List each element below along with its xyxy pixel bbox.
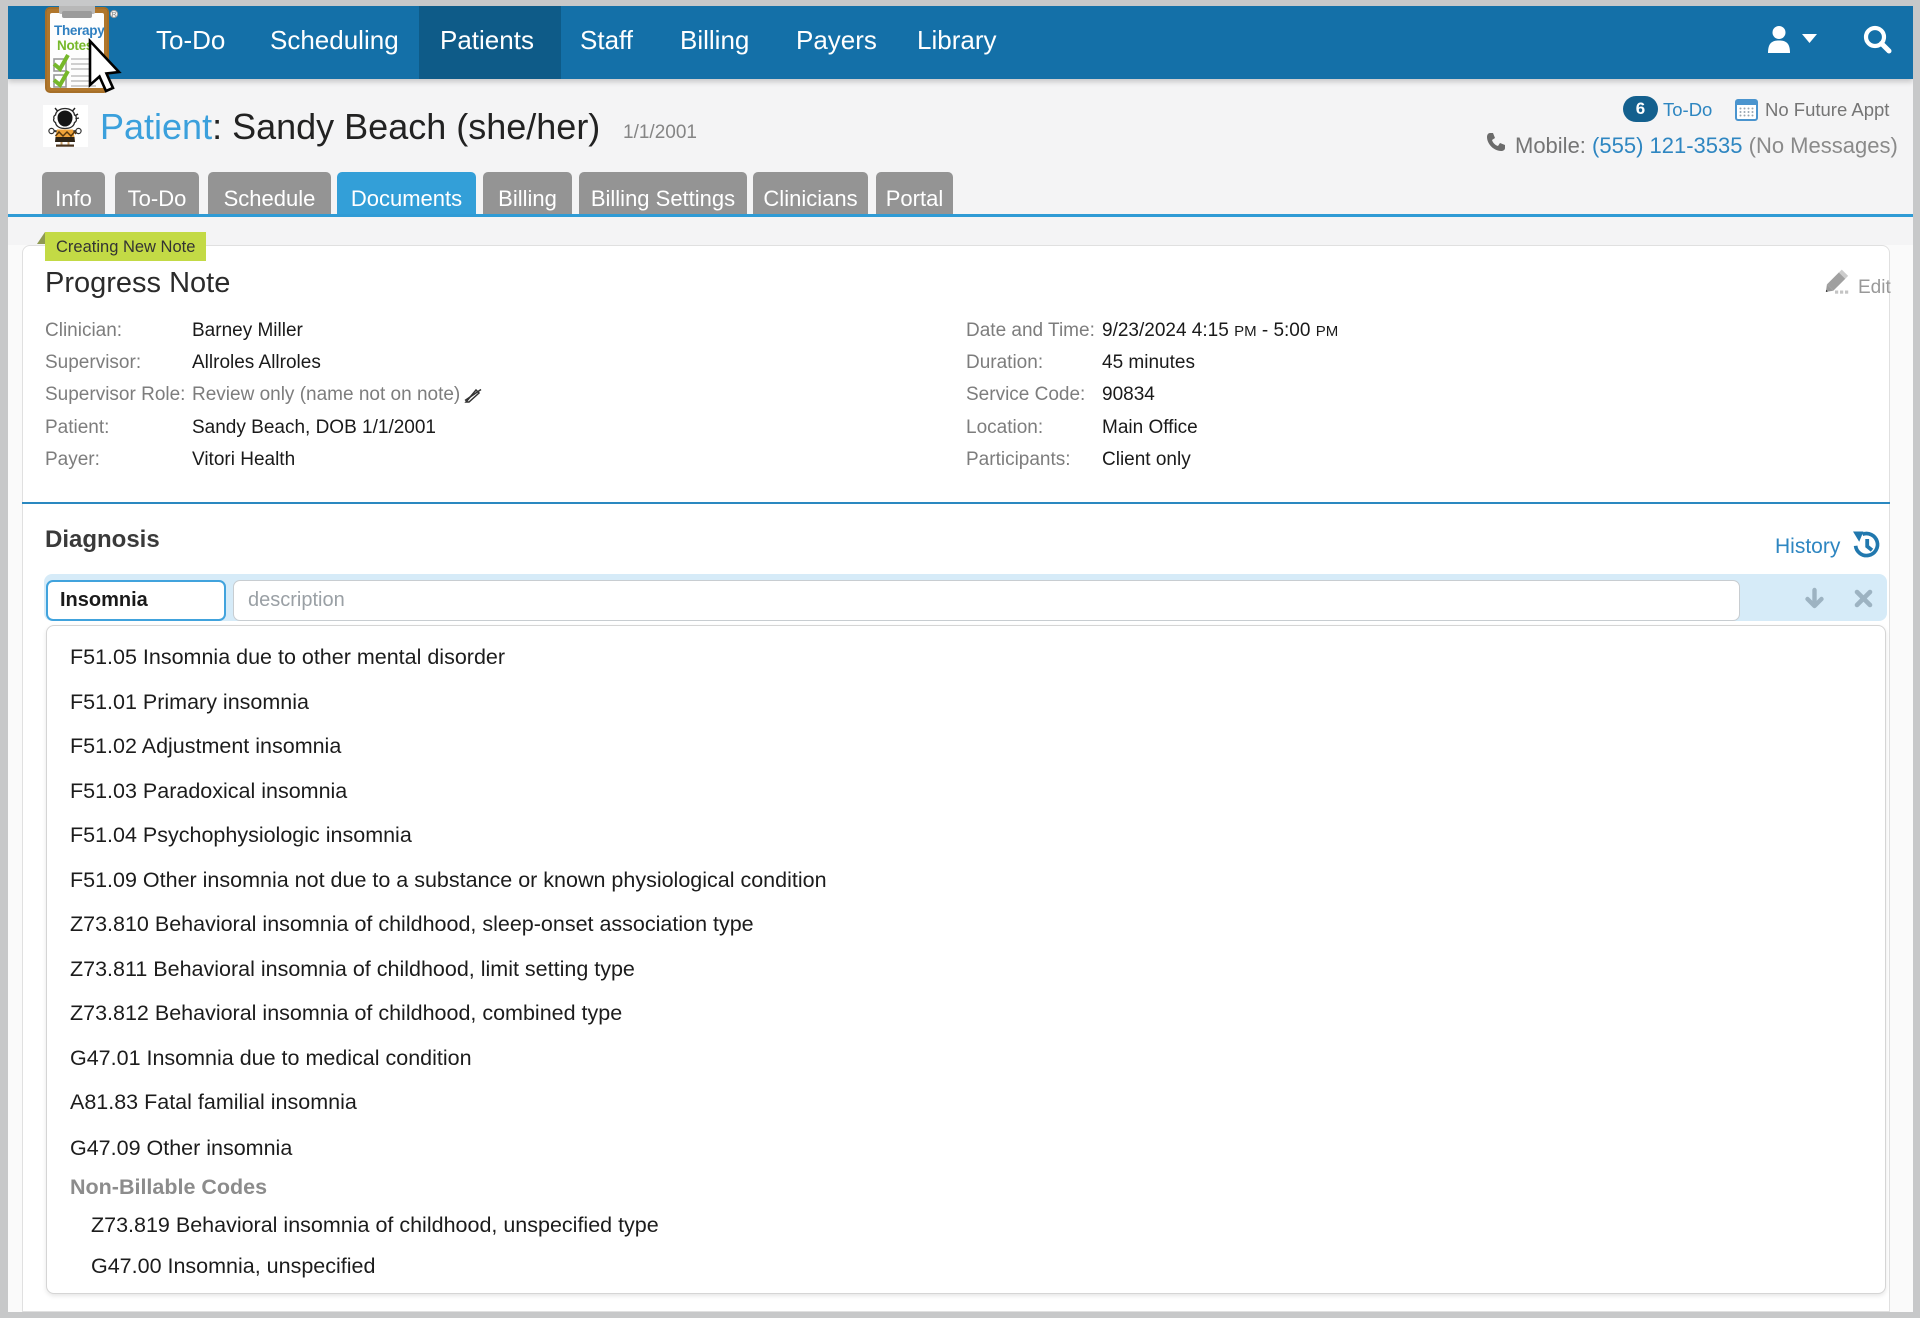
svg-text:Notes: Notes bbox=[57, 38, 93, 53]
svg-text:R: R bbox=[112, 12, 117, 19]
svg-text:Therapy: Therapy bbox=[54, 23, 105, 38]
